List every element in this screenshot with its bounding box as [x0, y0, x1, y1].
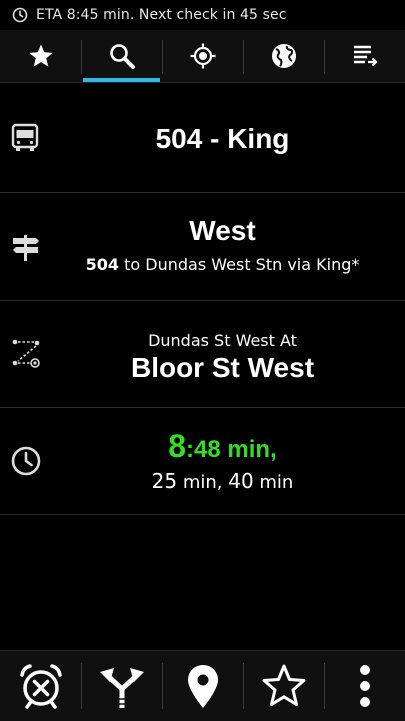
route-number: 504: [85, 255, 120, 274]
direction-row[interactable]: West 504 to Dundas West Stn via King*: [0, 193, 405, 301]
add-favorite-button[interactable]: [243, 651, 324, 721]
alarm-cancel-icon: [19, 664, 62, 709]
list-arrow-icon: [353, 45, 378, 67]
route-title: 504 - King: [155, 123, 290, 154]
directions-button[interactable]: [81, 651, 162, 721]
tab-nearby[interactable]: [162, 30, 243, 82]
route-path-icon: [12, 339, 40, 368]
search-icon: [109, 44, 135, 69]
stop-cross-street: Bloor St West: [130, 352, 315, 383]
signpost-icon: [13, 235, 39, 261]
fork-arrows-icon: [99, 668, 144, 708]
overflow-menu-icon: [359, 665, 370, 707]
map-pin-icon: [187, 665, 218, 708]
following-arrival-1: 25: [151, 469, 178, 493]
bottom-action-bar: [0, 650, 405, 721]
tab-search[interactable]: [81, 30, 162, 82]
direction-title: West: [189, 215, 256, 246]
next-arrival-minutes: 8: [168, 428, 187, 464]
tab-favorites[interactable]: [0, 30, 81, 82]
stop-street: Dundas St West At: [148, 331, 297, 350]
cancel-alarm-button[interactable]: [0, 651, 81, 721]
following-arrival-1-unit: min,: [177, 472, 229, 493]
show-on-map-button[interactable]: [162, 651, 243, 721]
direction-subtitle: 504 to Dundas West Stn via King*: [40, 255, 405, 274]
following-arrival-2: 40: [228, 469, 254, 493]
active-tab-indicator: [83, 78, 160, 82]
following-arrivals: 25 min, 40 min: [40, 469, 405, 493]
stop-row[interactable]: Dundas St West At Bloor St West: [0, 301, 405, 408]
top-tab-bar: [0, 30, 405, 83]
direction-destination: to Dundas West Stn via King*: [119, 255, 360, 274]
tab-map[interactable]: [243, 30, 324, 82]
star-outline-icon: [262, 664, 305, 706]
clock-icon: [11, 446, 41, 476]
route-row[interactable]: 504 - King: [0, 83, 405, 193]
star-icon: [28, 44, 53, 67]
eta-row[interactable]: 8:48 min, 25 min, 40 min: [0, 408, 405, 515]
tab-list[interactable]: [324, 30, 405, 82]
status-text: ETA 8:45 min. Next check in 45 sec: [36, 7, 287, 23]
overflow-menu-button[interactable]: [324, 651, 405, 721]
following-arrival-2-unit: min: [253, 472, 294, 493]
next-arrival-rest: :48 min,: [186, 436, 277, 463]
globe-icon: [271, 44, 296, 68]
bus-icon: [11, 123, 39, 151]
next-arrival: 8:48 min,: [40, 428, 405, 465]
status-bar: ETA 8:45 min. Next check in 45 sec: [0, 0, 405, 30]
clock-icon: [12, 7, 28, 23]
location-target-icon: [190, 43, 215, 69]
